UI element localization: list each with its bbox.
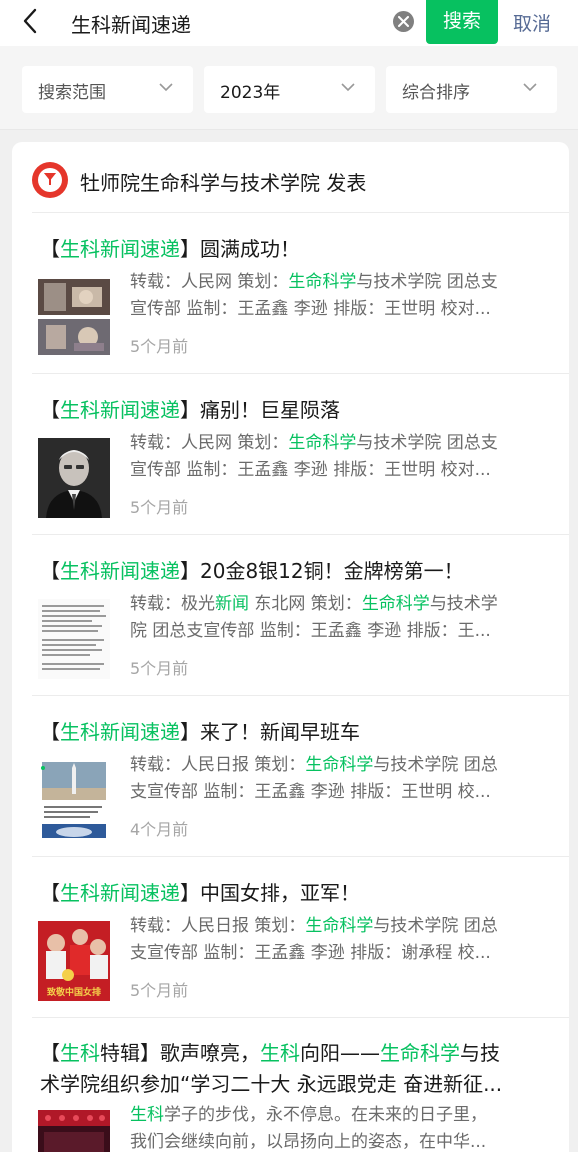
article-summary: 转载：人民日报 策划：生命科学与技术学院 团总 支宣传部 监制：王孟鑫 李逊 排… — [130, 913, 554, 967]
summary-line: 院 团总支宣传部 监制：王孟鑫 李逊 排版：王... — [130, 621, 491, 641]
summary-line: 转载：人民日报 策划：生命科学与技术学院 团总 — [130, 916, 498, 936]
summary-line: 转载：人民网 策划：生命科学与技术学院 团总支 — [130, 433, 498, 453]
summary-line: 我们会继续向前，以昂扬向上的姿态，在中华... — [130, 1132, 487, 1152]
account-header[interactable]: 牡师院生命科学与技术学院 发表 — [32, 162, 552, 198]
list-item[interactable]: 【生科新闻速递】痛别！巨星陨落 转载：人民网 策划：生命科学与技术学院 团总支 … — [32, 373, 569, 534]
publish-time: 5个月前 — [130, 337, 189, 356]
filter-label: 2023年 — [220, 83, 281, 103]
filter-bar: 搜索范围 2023年 综合排序 — [0, 46, 578, 130]
stage-performance-image — [38, 1110, 110, 1152]
account-name: 牡师院生命科学与技术学院 发表 — [80, 171, 367, 195]
results-card: 牡师院生命科学与技术学院 发表 【生科新闻速递】圆满成功！ 转载：人民网 策划：… — [12, 142, 569, 1152]
summary-line: 宣传部 监制：王孟鑫 李逊 排版：王世明 校对... — [130, 460, 491, 480]
back-icon[interactable] — [18, 6, 46, 36]
summary-line: 支宣传部 监制：王孟鑫 李逊 排版：王世明 校... — [130, 782, 491, 802]
list-item[interactable]: 【生科新闻速递】圆满成功！ 转载：人民网 策划：生命科学与技术学院 团总支 宣传… — [32, 212, 569, 373]
poster-caption: 致敬中国女排 — [46, 988, 101, 998]
article-summary: 转载：人民网 策划：生命科学与技术学院 团总支 宣传部 监制：王孟鑫 李逊 排版… — [130, 430, 554, 484]
filter-label: 搜索范围 — [38, 83, 106, 103]
space-station-image — [38, 277, 110, 357]
article-text-image — [38, 599, 110, 679]
summary-line: 生科学子的步伐，永不停息。在未来的日子里， — [130, 1105, 487, 1125]
publish-time: 5个月前 — [130, 981, 189, 1000]
search-input[interactable]: 生科新闻速递 — [55, 0, 425, 44]
list-item[interactable]: 【生科新闻速递】来了！新闻早班车 转载：人民日报 策划：生命科学与技术学院 团总… — [32, 695, 569, 856]
article-title: 【生科新闻速递】20金8银12铜！金牌榜第一！ — [40, 559, 464, 583]
filter-label: 综合排序 — [402, 83, 470, 103]
rocket-launch-image — [38, 760, 110, 840]
summary-line: 转载：人民日报 策划：生命科学与技术学院 团总 — [130, 755, 498, 775]
publish-time: 5个月前 — [130, 498, 189, 517]
search-bar: 生科新闻速递 搜索 取消 — [0, 0, 578, 46]
account-logo-icon — [32, 162, 68, 198]
chevron-down-icon — [159, 83, 173, 92]
article-title: 【生科新闻速递】痛别！巨星陨落 — [40, 398, 340, 422]
cancel-button[interactable]: 取消 — [513, 9, 551, 36]
search-query-text: 生科新闻速递 — [71, 13, 191, 37]
filter-sort[interactable]: 综合排序 — [386, 66, 557, 113]
filter-year[interactable]: 2023年 — [204, 66, 375, 113]
article-summary: 生科学子的步伐，永不停息。在未来的日子里， 我们会继续向前，以昂扬向上的姿态，在… — [130, 1102, 554, 1152]
filter-search-scope[interactable]: 搜索范围 — [22, 66, 193, 113]
article-title: 【生科新闻速递】圆满成功！ — [40, 237, 300, 261]
article-title: 【生科新闻速递】来了！新闻早班车 — [40, 720, 360, 744]
list-item[interactable]: 【生科特辑】歌声嘹亮，生科向阳——生命科学与技 术学院组织参加“学习二十大 永远… — [32, 1017, 569, 1152]
summary-line: 转载：极光新闻 东北网 策划：生命科学与技术学 — [130, 594, 498, 614]
article-summary: 转载：极光新闻 东北网 策划：生命科学与技术学 院 团总支宣传部 监制：王孟鑫 … — [130, 591, 554, 645]
publish-time: 4个月前 — [130, 820, 189, 839]
list-item[interactable]: 【生科新闻速递】20金8银12铜！金牌榜第一！ 转载：极光新闻 东北网 策划：生… — [32, 534, 569, 695]
search-button[interactable]: 搜索 — [426, 0, 498, 44]
chevron-down-icon — [523, 83, 537, 92]
summary-line: 支宣传部 监制：王孟鑫 李逊 排版：谢承程 校... — [130, 943, 491, 963]
article-summary: 转载：人民日报 策划：生命科学与技术学院 团总 支宣传部 监制：王孟鑫 李逊 排… — [130, 752, 554, 806]
chevron-down-icon — [341, 83, 355, 92]
article-title: 【生科特辑】歌声嘹亮，生科向阳——生命科学与技 术学院组织参加“学习二十大 永远… — [40, 1041, 503, 1096]
summary-line: 宣传部 监制：王孟鑫 李逊 排版：王世明 校对... — [130, 299, 491, 319]
portrait-image — [38, 438, 110, 518]
article-summary: 转载：人民网 策划：生命科学与技术学院 团总支 宣传部 监制：王孟鑫 李逊 排版… — [130, 269, 554, 323]
volleyball-poster-image: 致敬中国女排 — [38, 921, 110, 1001]
article-title: 【生科新闻速递】中国女排，亚军！ — [40, 881, 360, 905]
summary-line: 转载：人民网 策划：生命科学与技术学院 团总支 — [130, 272, 498, 292]
publish-time: 5个月前 — [130, 659, 189, 678]
list-item[interactable]: 【生科新闻速递】中国女排，亚军！ 致敬中国女排 转载：人民日报 策划：生命科学与… — [32, 856, 569, 1017]
clear-icon[interactable] — [393, 11, 414, 32]
